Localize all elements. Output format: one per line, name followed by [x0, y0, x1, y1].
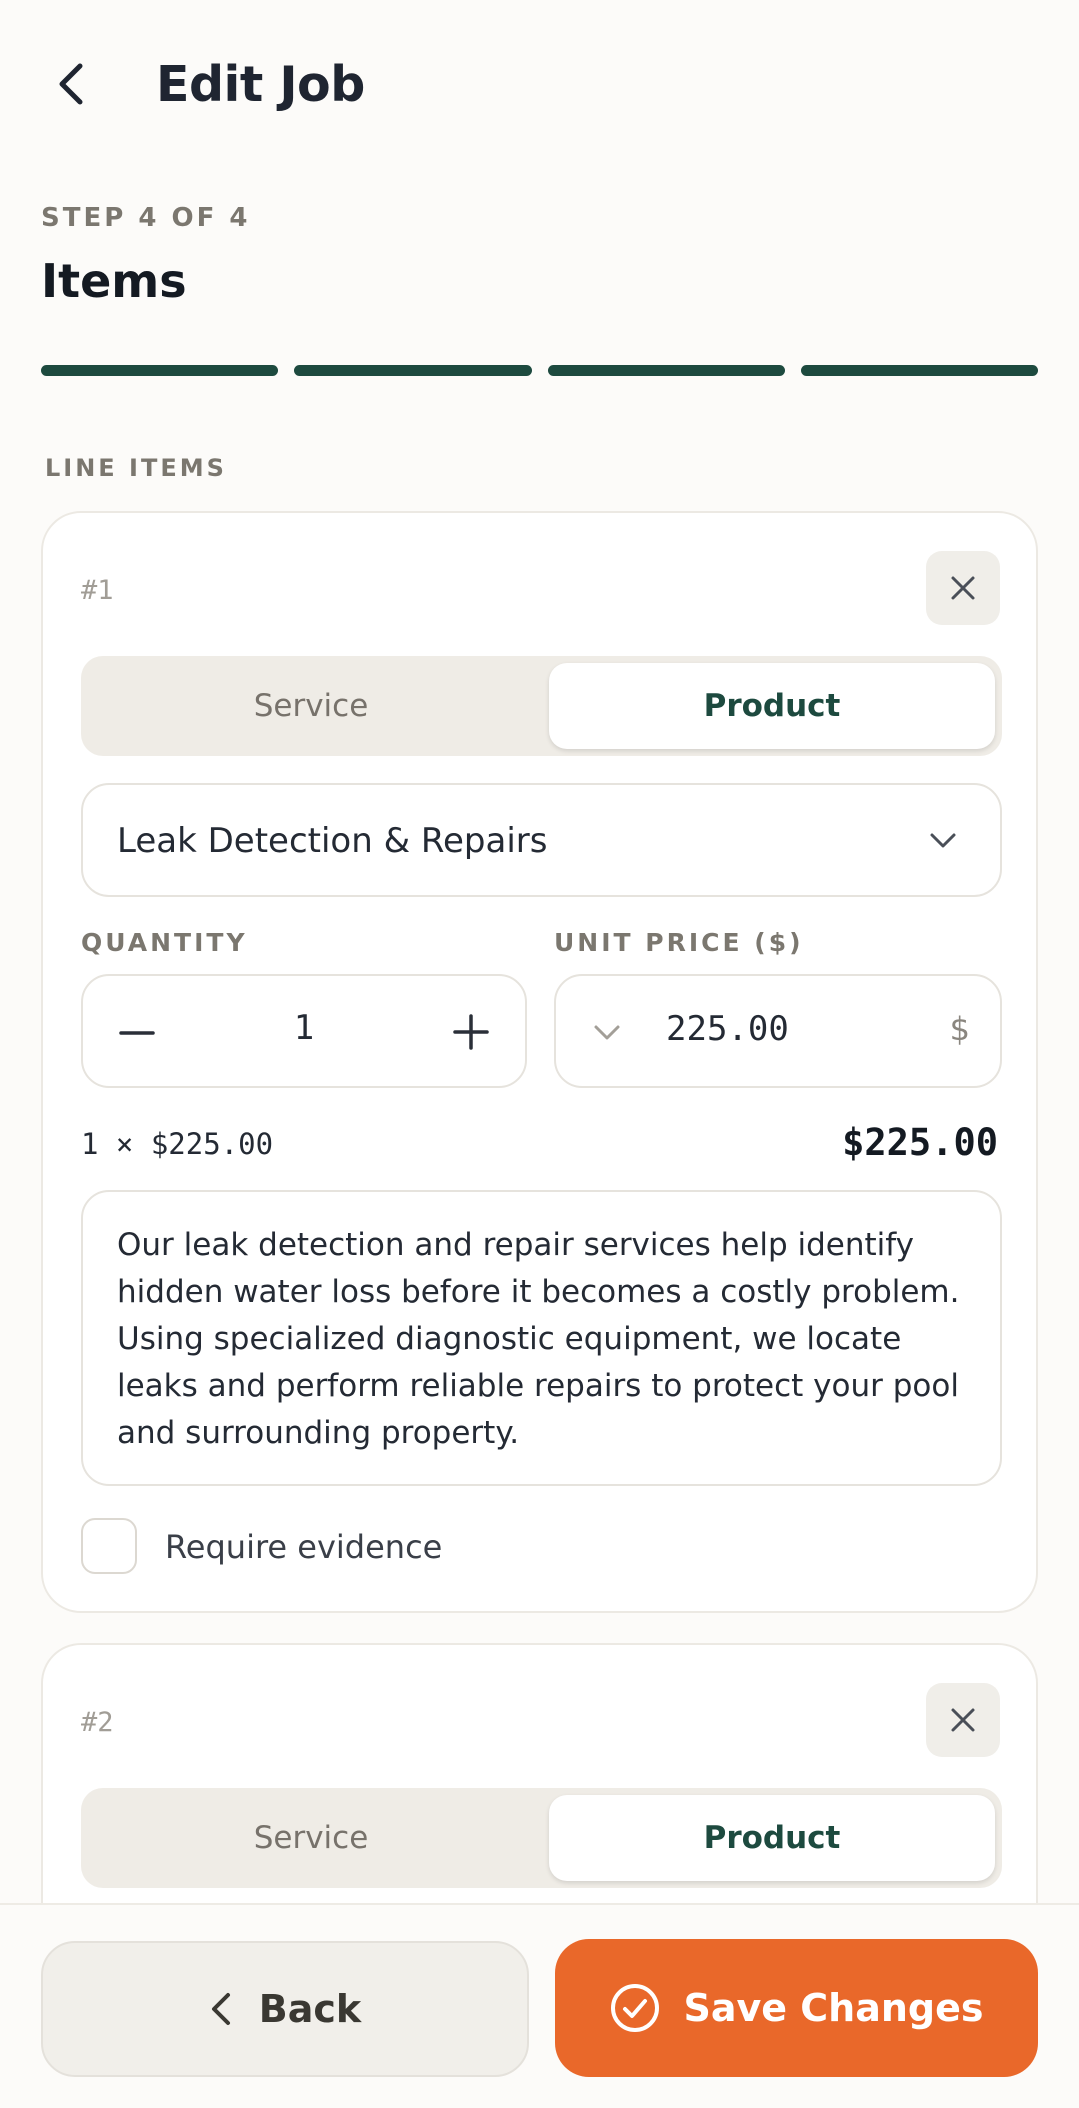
require-evidence-label[interactable]: Require evidence — [165, 1528, 442, 1566]
type-option-service[interactable]: Service — [88, 663, 534, 749]
remove-item-button[interactable] — [926, 1683, 1000, 1757]
currency-symbol: $ — [949, 1010, 970, 1048]
chevron-down-icon[interactable] — [592, 1022, 622, 1044]
footer-bar: Back Save Changes — [0, 1903, 1079, 2108]
item-type-toggle: Service Product — [81, 656, 1002, 756]
check-circle-icon — [611, 1984, 660, 2032]
step-indicator: STEP 4 OF 4 — [41, 203, 251, 233]
line-total: $225.00 — [842, 1121, 998, 1164]
save-changes-button[interactable]: Save Changes — [555, 1939, 1038, 2077]
description-textarea[interactable]: Our leak detection and repair services h… — [81, 1190, 1002, 1486]
plus-icon[interactable] — [453, 1014, 489, 1050]
progress-bar — [41, 365, 1038, 376]
edit-job-page: Edit Job STEP 4 OF 4 Items LINE ITEMS #1… — [0, 0, 1079, 2108]
save-button-label: Save Changes — [683, 1986, 984, 2030]
type-option-product[interactable]: Product — [549, 663, 995, 749]
progress-segment — [547, 365, 785, 376]
product-select[interactable]: Leak Detection & Repairs — [81, 783, 1002, 897]
quantity-stepper: 1 — [81, 974, 527, 1088]
close-icon — [951, 1708, 975, 1732]
progress-segment — [294, 365, 532, 376]
chevron-left-icon — [211, 1993, 230, 2025]
remove-item-button[interactable] — [926, 551, 1000, 625]
progress-segment — [41, 365, 279, 376]
back-button-label: Back — [258, 1987, 362, 2031]
require-evidence-checkbox[interactable] — [81, 1518, 137, 1574]
type-option-product[interactable]: Product — [549, 1795, 995, 1881]
step-title: Items — [41, 254, 187, 308]
line-item-card: #1 Service Product Leak Detection & Repa… — [41, 511, 1038, 1613]
page-title: Edit Job — [156, 56, 365, 113]
unit-price-input[interactable]: 225.00 $ — [554, 974, 1002, 1088]
close-icon — [951, 576, 975, 600]
section-label: LINE ITEMS — [45, 454, 227, 482]
header: Edit Job — [0, 0, 1079, 170]
chevron-down-icon — [930, 833, 956, 848]
quantity-label: QUANTITY — [81, 928, 248, 957]
item-type-toggle: Service Product — [81, 1788, 1002, 1888]
item-number: #2 — [81, 1707, 114, 1738]
back-button[interactable]: Back — [41, 1941, 529, 2077]
line-calculation: 1 × $225.00 — [81, 1127, 274, 1161]
unit-price-value: 225.00 — [666, 1009, 789, 1049]
unit-price-label: UNIT PRICE ($) — [554, 928, 804, 957]
item-number: #1 — [81, 575, 114, 606]
type-option-service[interactable]: Service — [88, 1795, 534, 1881]
product-select-value: Leak Detection & Repairs — [117, 821, 548, 861]
progress-segment — [800, 365, 1038, 376]
back-chevron-icon[interactable] — [52, 60, 92, 108]
